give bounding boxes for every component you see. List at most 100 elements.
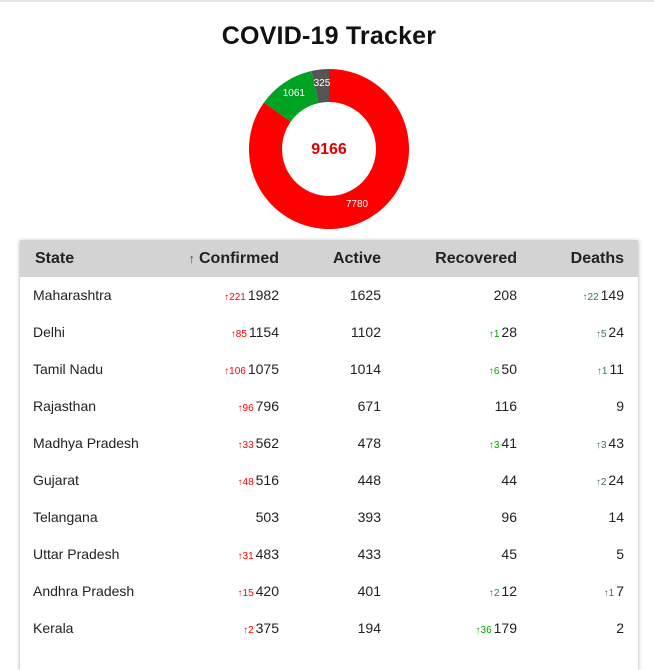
deaths-cell: 2 [616, 610, 624, 647]
state-name: Rajasthan [33, 398, 97, 414]
state-name: Maharashtra [33, 287, 112, 303]
confirmed-cell-value: 483 [255, 546, 279, 562]
state-name: Kerala [33, 620, 74, 636]
confirmed-cell: ↑15 420 [238, 573, 279, 610]
table-header: State ↑ Confirmed Active Recovered Deaths [20, 240, 638, 277]
recovered-cell-increase-value: 36 [480, 625, 492, 636]
recovered-cell-value: 179 [493, 620, 517, 636]
state-name: Uttar Pradesh [33, 546, 120, 562]
recovered-cell: 208 [494, 277, 517, 314]
table-row[interactable]: Uttar Pradesh ↑31 483 433 45 5 [20, 536, 638, 573]
recovered-cell: ↑6 50 [489, 351, 517, 388]
recovered-cell-increase-value: 3 [493, 440, 500, 451]
active-cell: 393 [357, 509, 381, 525]
column-header-active[interactable]: Active [333, 240, 381, 277]
table-row[interactable]: Maharashtra ↑221 1982 1625 208 ↑22 149 [20, 277, 638, 314]
deaths-cell-value: 149 [600, 287, 624, 303]
confirmed-cell-increase-value: 96 [242, 403, 254, 414]
page-title: COVID-19 Tracker [221, 22, 437, 50]
deaths-cell: ↑2 24 [596, 462, 624, 499]
table-row[interactable]: Andhra Pradesh ↑15 420 401 ↑2 12 ↑1 7 [20, 573, 638, 610]
confirmed-cell-increase: ↑106 [224, 366, 246, 377]
deaths-cell-increase: ↑1 [597, 366, 608, 377]
confirmed-cell-increase: ↑15 [238, 588, 254, 599]
recovered-cell: ↑36 179 [476, 610, 517, 647]
donut-slice-label-2: 325 [314, 78, 331, 89]
active-cell: 448 [357, 472, 381, 488]
confirmed-cell-increase: ↑48 [238, 477, 254, 488]
table-row[interactable]: Telangana 503 393 96 14 [20, 499, 638, 536]
column-header-confirmed-label: Confirmed [199, 250, 279, 267]
active-cell: 478 [357, 435, 381, 451]
recovered-cell-increase-value: 6 [493, 366, 500, 377]
table-body: Maharashtra ↑221 1982 1625 208 ↑22 149 Delhi ↑85… [20, 277, 638, 647]
deaths-cell-value: 5 [616, 546, 624, 562]
donut-center-total: 9166 [311, 141, 347, 158]
recovered-cell-increase: ↑6 [489, 366, 500, 377]
recovered-cell: ↑3 41 [489, 425, 517, 462]
confirmed-cell-increase-value: 85 [235, 329, 247, 340]
confirmed-cell-increase-value: 15 [242, 588, 254, 599]
deaths-cell-increase: ↑1 [604, 588, 615, 599]
column-header-recovered[interactable]: Recovered [435, 240, 517, 277]
active-cell: 671 [357, 398, 381, 414]
active-cell: 1102 [350, 324, 381, 340]
table-row[interactable]: Gujarat ↑48 516 448 44 ↑2 24 [20, 462, 638, 499]
confirmed-cell-value: 796 [255, 398, 279, 414]
active-cell: 433 [357, 546, 381, 562]
deaths-cell-increase-value: 1 [608, 588, 615, 599]
confirmed-cell: ↑96 796 [238, 388, 279, 425]
recovered-cell-increase: ↑3 [489, 440, 500, 451]
recovered-cell-value: 208 [493, 287, 517, 303]
recovered-cell-value: 28 [501, 324, 517, 340]
confirmed-cell: ↑48 516 [238, 462, 279, 499]
confirmed-cell-increase: ↑33 [238, 440, 254, 451]
confirmed-cell: ↑85 1154 [231, 314, 279, 351]
deaths-cell-value: 7 [616, 583, 624, 599]
deaths-cell-value: 14 [608, 509, 624, 525]
deaths-cell-value: 24 [608, 472, 624, 488]
confirmed-cell: ↑2 375 [243, 610, 279, 647]
table-row[interactable]: Rajasthan ↑96 796 671 116 9 [20, 388, 638, 425]
recovered-cell-increase: ↑1 [489, 329, 500, 340]
deaths-cell-increase: ↑22 [583, 292, 599, 303]
column-header-deaths[interactable]: Deaths [571, 240, 624, 277]
confirmed-cell-value: 375 [255, 620, 279, 636]
top-divider [0, 0, 654, 2]
confirmed-cell-value: 503 [255, 509, 279, 525]
donut-slice-label-1: 1061 [283, 88, 306, 99]
deaths-cell: ↑22 149 [583, 277, 624, 314]
state-name: Andhra Pradesh [33, 583, 135, 599]
deaths-cell-value: 24 [608, 324, 624, 340]
recovered-cell-value: 96 [501, 509, 517, 525]
column-header-state[interactable]: State [35, 240, 74, 277]
confirmed-cell-increase: ↑96 [238, 403, 254, 414]
deaths-cell-increase-value: 22 [587, 292, 599, 303]
cases-donut-chart: 9166 7780 1061 325 [249, 69, 409, 229]
active-cell: 1625 [349, 287, 381, 303]
deaths-cell: ↑1 7 [604, 573, 624, 610]
deaths-cell-value: 2 [616, 620, 624, 636]
confirmed-cell: ↑221 1982 [224, 277, 279, 314]
deaths-cell: ↑3 43 [596, 425, 624, 462]
active-cell: 1014 [349, 361, 381, 377]
deaths-cell-increase-value: 5 [600, 329, 607, 340]
deaths-cell-value: 9 [616, 398, 624, 414]
recovered-cell-value: 41 [501, 435, 517, 451]
table-row[interactable]: Kerala ↑2 375 194 ↑36 179 2 [20, 610, 638, 647]
table-row[interactable]: Tamil Nadu ↑106 1075 1014 ↑6 50 ↑1 11 [20, 351, 638, 388]
state-name: Tamil Nadu [33, 361, 104, 377]
column-header-confirmed[interactable]: ↑ Confirmed [189, 240, 280, 277]
confirmed-cell: ↑106 1075 [224, 351, 279, 388]
deaths-cell: 5 [616, 536, 624, 573]
state-name: Madhya Pradesh [33, 435, 139, 451]
recovered-cell: 44 [501, 462, 517, 499]
state-name: Telangana [33, 509, 98, 525]
table-row[interactable]: Delhi ↑85 1154 1102 ↑1 28 ↑5 24 [20, 314, 638, 351]
confirmed-cell-value: 562 [255, 435, 279, 451]
deaths-cell-increase: ↑2 [596, 477, 607, 488]
confirmed-cell: ↑33 562 [238, 425, 279, 462]
confirmed-cell-value: 420 [255, 583, 279, 599]
table-row[interactable]: Madhya Pradesh ↑33 562 478 ↑3 41 ↑3 43 [20, 425, 638, 462]
recovered-cell: ↑1 28 [489, 314, 517, 351]
